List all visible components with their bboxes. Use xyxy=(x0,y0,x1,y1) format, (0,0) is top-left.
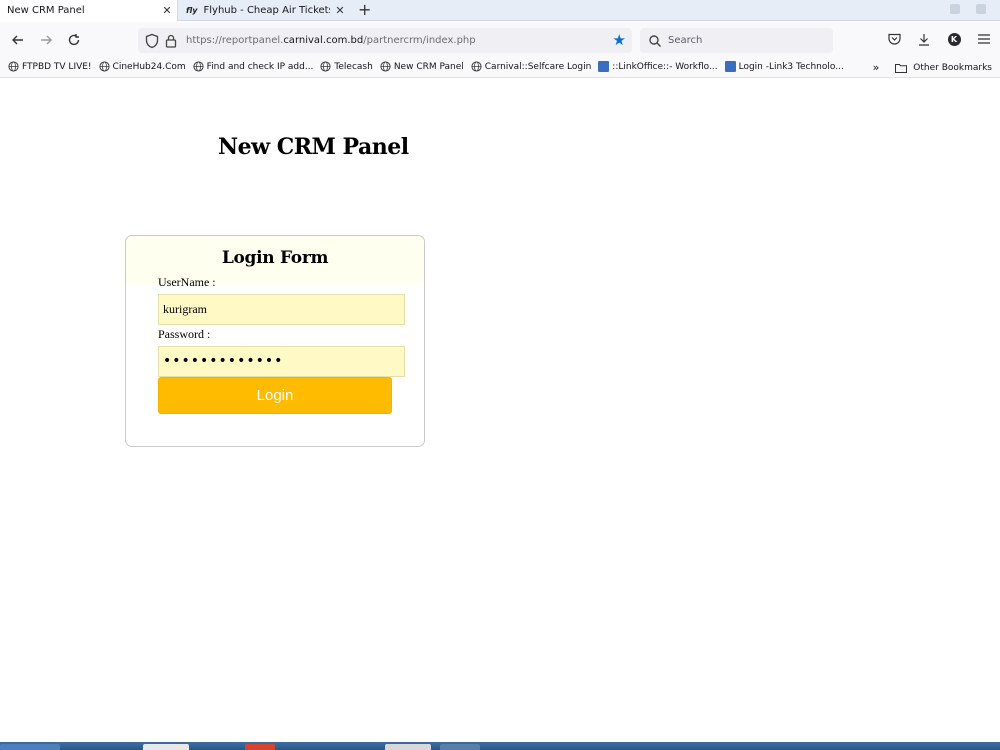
taskbar-app-item[interactable] xyxy=(440,744,480,750)
globe-icon xyxy=(380,61,391,72)
bookmark-label: FTPBD TV LIVE! xyxy=(22,61,92,72)
window-controls xyxy=(950,4,986,14)
bookmarks-toolbar: FTPBD TV LIVE! CineHub24.Com Find and ch… xyxy=(0,58,1000,78)
toolbar-actions: K xyxy=(886,30,992,48)
minimize-icon[interactable] xyxy=(950,4,960,14)
bookmark-item[interactable]: Telecash xyxy=(320,61,373,72)
bookmark-star-icon[interactable]: ★ xyxy=(613,32,626,48)
login-button[interactable]: Login xyxy=(158,377,392,414)
bookmarks-overflow: » Other Bookmarks xyxy=(873,61,992,74)
bookmark-item[interactable]: CineHub24.Com xyxy=(99,61,186,72)
folder-icon xyxy=(895,63,908,73)
url-path: /partnercrm/index.php xyxy=(363,35,476,46)
search-bar[interactable]: Search xyxy=(640,28,833,53)
globe-icon xyxy=(471,61,482,72)
tracking-shield-icon[interactable] xyxy=(144,33,160,49)
login-form-title: Login Form xyxy=(221,248,329,268)
forward-arrow-icon[interactable] xyxy=(36,30,56,50)
hamburger-menu-icon[interactable] xyxy=(976,30,992,48)
bookmark-label: Telecash xyxy=(334,61,373,72)
tab-strip: New CRM Panel ✕ fly Flyhub - Cheap Air T… xyxy=(0,0,1000,21)
taskbar-app-item[interactable] xyxy=(385,744,431,750)
bookmark-item[interactable]: Login -Link3 Technolo... xyxy=(724,61,844,72)
close-icon[interactable]: ✕ xyxy=(157,4,177,17)
url-domain: carnival.com.bd xyxy=(283,35,364,46)
navigation-toolbar: https://reportpanel.carnival.com.bd/part… xyxy=(0,22,1000,58)
bookmark-item[interactable]: ::LinkOffice::- Workflo... xyxy=(598,61,718,72)
password-label: Password : xyxy=(158,327,211,341)
username-label: UserName : xyxy=(158,275,216,289)
other-bookmarks-label[interactable]: Other Bookmarks xyxy=(913,63,992,73)
search-icon xyxy=(649,34,661,47)
bookmarks-list: FTPBD TV LIVE! CineHub24.Com Find and ch… xyxy=(8,61,844,72)
site-favicon-icon xyxy=(598,61,610,72)
password-input[interactable]: ••••••••••••• xyxy=(158,346,405,377)
bookmark-item[interactable]: Carnival::Selfcare Login xyxy=(471,61,592,72)
address-bar[interactable]: https://reportpanel.carnival.com.bd/part… xyxy=(138,28,632,53)
globe-icon xyxy=(99,61,110,72)
site-favicon-icon xyxy=(724,61,736,72)
url-text[interactable]: https://reportpanel.carnival.com.bd/part… xyxy=(186,35,476,46)
tab-flyhub[interactable]: fly Flyhub - Cheap Air Tickets ✕ xyxy=(178,0,350,21)
taskbar-app-item[interactable] xyxy=(245,744,275,750)
globe-icon xyxy=(320,61,331,72)
download-icon[interactable] xyxy=(916,30,932,48)
tab-new-crm-panel[interactable]: New CRM Panel ✕ xyxy=(0,0,178,21)
bookmark-item[interactable]: FTPBD TV LIVE! xyxy=(8,61,92,72)
start-button[interactable] xyxy=(0,744,60,750)
reload-icon[interactable] xyxy=(64,30,84,50)
back-arrow-icon[interactable] xyxy=(8,30,28,50)
bookmark-label: Find and check IP add... xyxy=(206,61,314,72)
search-placeholder: Search xyxy=(668,35,703,46)
bookmark-label: ::LinkOffice::- Workflo... xyxy=(612,61,718,72)
globe-icon xyxy=(8,61,19,72)
bookmark-item[interactable]: Find and check IP add... xyxy=(193,61,314,72)
login-form: Login Form UserName : Password : •••••••… xyxy=(125,235,425,447)
tab-label: Flyhub - Cheap Air Tickets xyxy=(203,5,330,16)
new-tab-plus-icon[interactable]: + xyxy=(358,0,371,21)
pocket-icon[interactable] xyxy=(886,30,902,48)
bookmark-label: New CRM Panel xyxy=(393,61,464,72)
url-prefix: https://reportpanel. xyxy=(186,35,284,46)
maximize-icon[interactable] xyxy=(976,4,986,14)
bookmark-item[interactable]: New CRM Panel xyxy=(380,61,464,72)
flyhub-favicon-icon: fly xyxy=(186,6,198,15)
account-avatar[interactable]: K xyxy=(946,30,962,48)
taskbar-app-item[interactable] xyxy=(143,744,189,750)
username-input[interactable] xyxy=(158,294,405,325)
bookmark-label: CineHub24.Com xyxy=(112,61,186,72)
lock-icon[interactable] xyxy=(164,33,178,49)
chevron-right-double-icon[interactable]: » xyxy=(873,61,880,74)
bookmark-label: Carnival::Selfcare Login xyxy=(484,61,592,72)
page-title: New CRM Panel xyxy=(218,134,409,160)
bookmark-label: Login -Link3 Technolo... xyxy=(738,61,844,72)
tab-label: New CRM Panel xyxy=(7,5,85,16)
close-icon[interactable]: ✕ xyxy=(330,4,350,17)
globe-icon xyxy=(193,61,204,72)
